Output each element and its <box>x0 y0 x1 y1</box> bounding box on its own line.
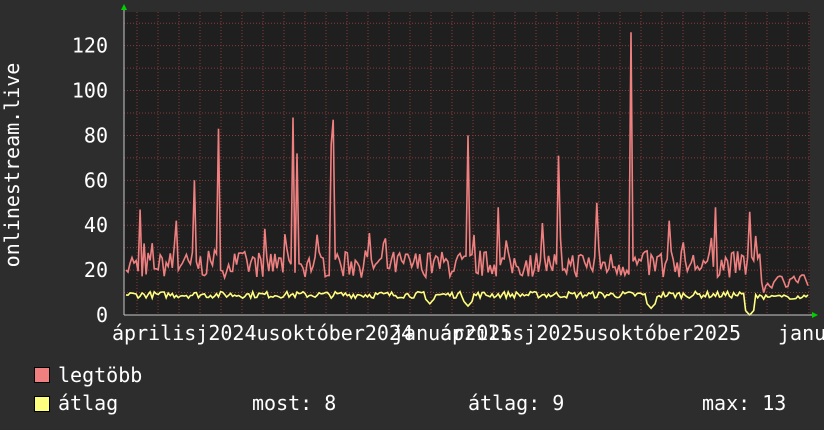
x-tick-label: január 2 <box>778 321 824 345</box>
y-axis-label: onlinestream.live <box>0 63 24 268</box>
y-tick-label: 40 <box>84 213 108 237</box>
y-tick-label: 20 <box>84 258 108 282</box>
y-tick-label: 120 <box>72 34 108 58</box>
y-axis-arrow <box>121 4 127 10</box>
y-tick-label: 0 <box>96 303 108 327</box>
x-tick-label: áprilisj2024usoktóber2024 <box>112 321 413 345</box>
x-axis-arrow <box>812 312 818 318</box>
y-tick-label: 100 <box>72 79 108 103</box>
y-tick-labels: 0 20 40 60 80 100 120 <box>72 34 108 327</box>
y-tick-label: 80 <box>84 123 108 147</box>
x-tick-labels: áprilisj2024usoktóber2024január2025ápril… <box>112 321 824 345</box>
y-tick-label: 60 <box>84 168 108 192</box>
chart-canvas: 0 20 40 60 80 100 120 áprilisj2024usoktóber202… <box>0 4 824 345</box>
x-tick-label: áprilisj2025usoktóber2025 <box>440 321 741 345</box>
